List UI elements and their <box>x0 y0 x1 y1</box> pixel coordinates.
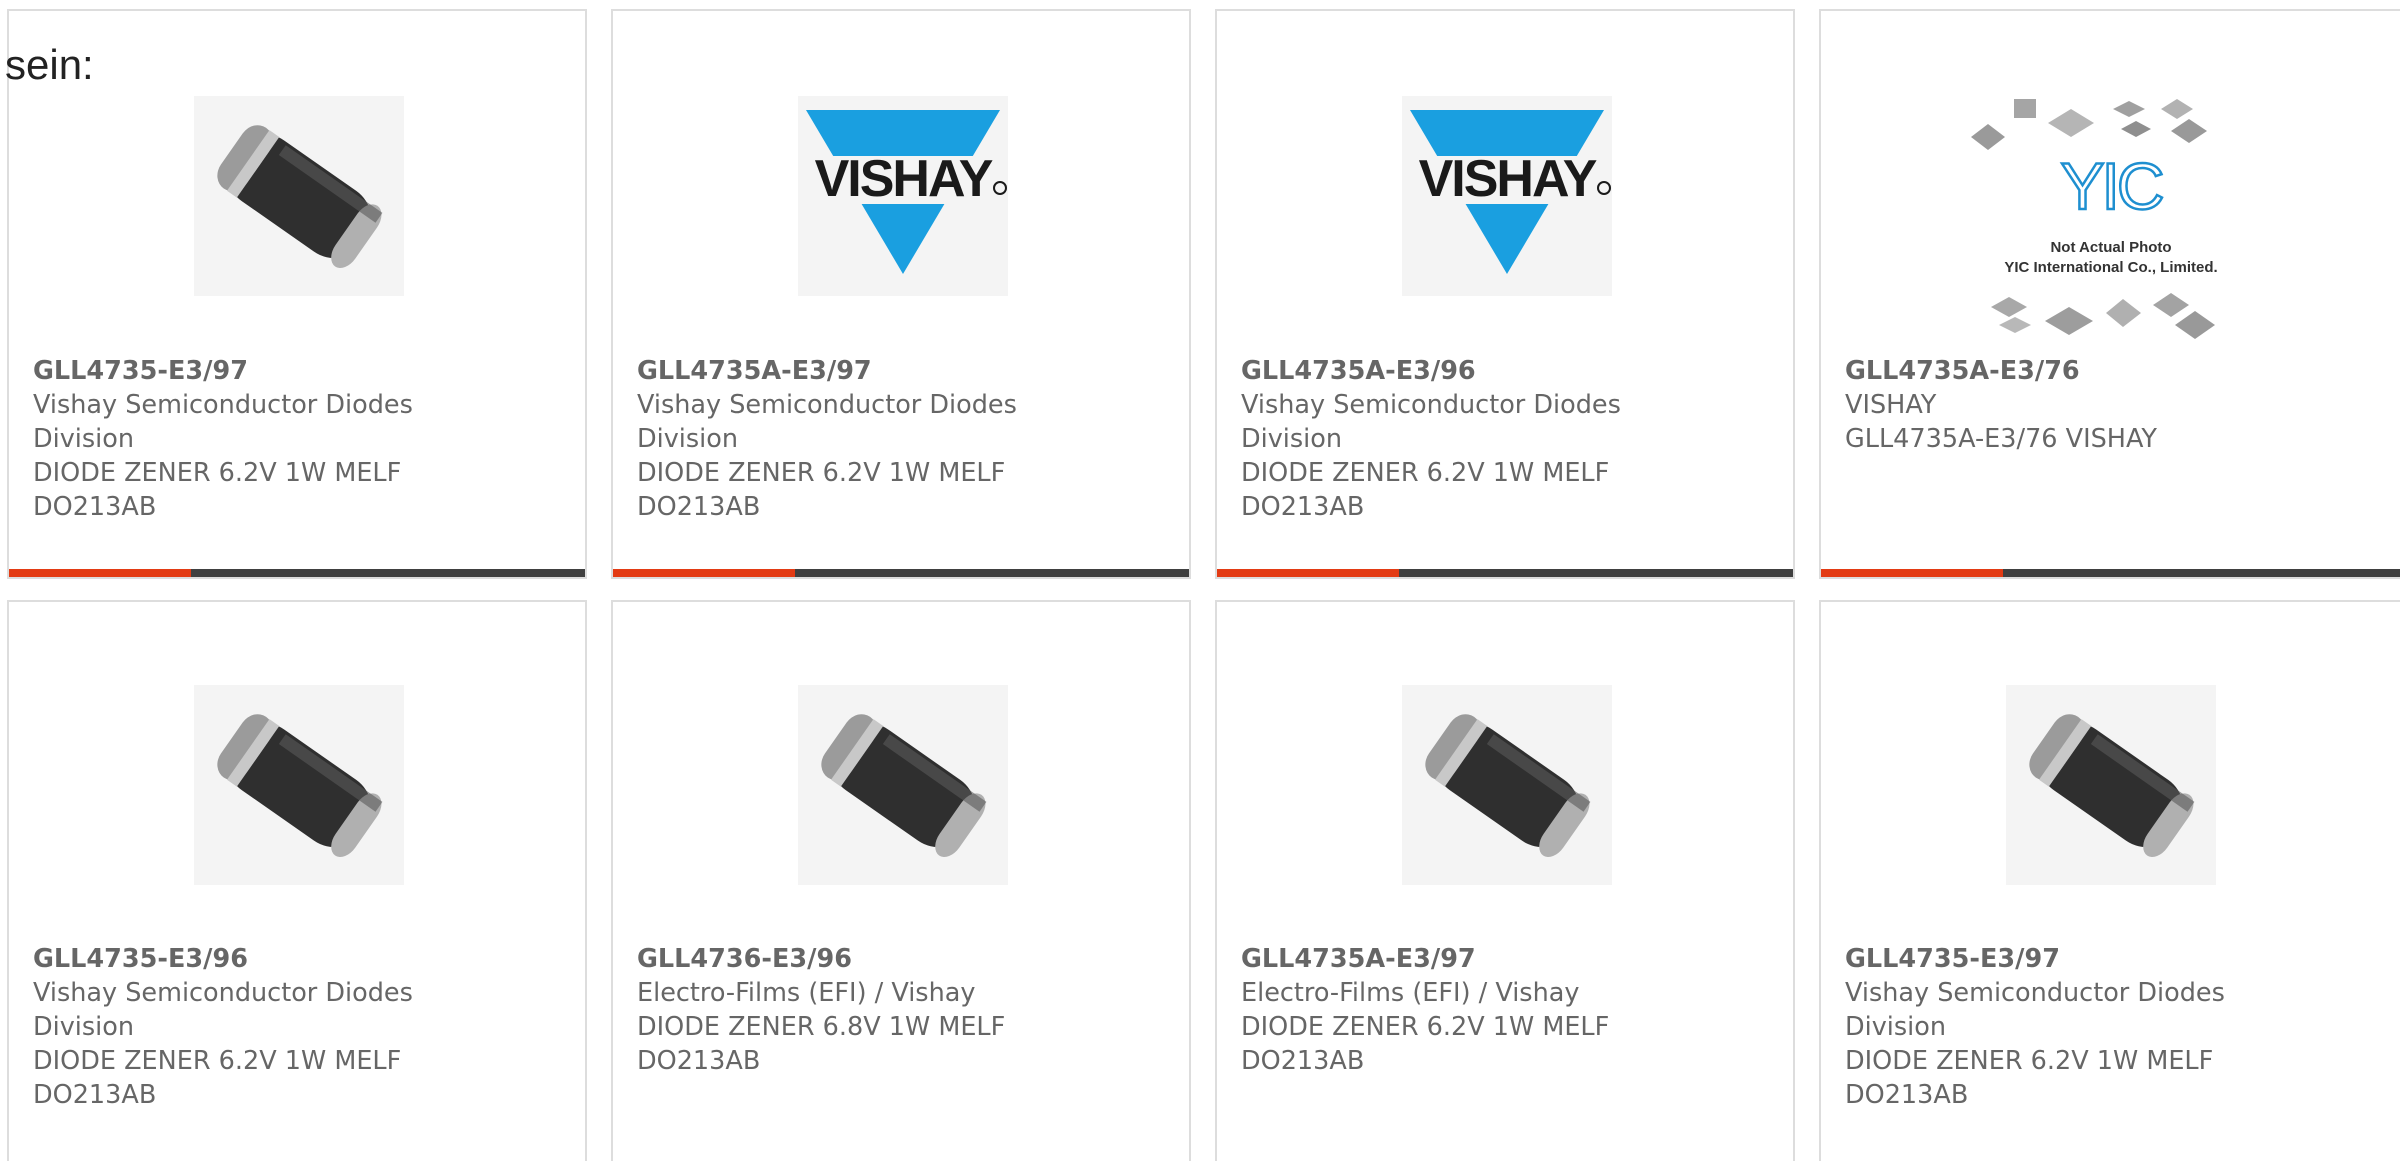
product-image <box>9 81 585 311</box>
manufacturer-name: Vishay Semiconductor Diodes Division <box>637 390 1017 454</box>
part-number-link[interactable]: GLL4735A-E3/76 <box>1845 354 2388 388</box>
svg-text:VISHAY: VISHAY <box>1419 150 1597 208</box>
part-number-link[interactable]: GLL4736-E3/96 <box>637 942 1177 976</box>
part-number-link[interactable]: GLL4735A-E3/96 <box>1241 354 1781 388</box>
intro-text: sein: <box>5 41 94 88</box>
product-grid-page: sein: GLL4735-E3/97 Vishay Semiconductor… <box>0 0 2400 1161</box>
svg-text:YIC International Co., Limited: YIC International Co., Limited. <box>2004 259 2217 276</box>
part-number-link[interactable]: GLL4735-E3/97 <box>1845 942 2388 976</box>
manufacturer-name: Electro-Films (EFI) / Vishay <box>637 978 976 1008</box>
product-card[interactable]: GLL4735-E3/97 Vishay Semiconductor Diode… <box>7 9 587 579</box>
melf-diode-image <box>194 685 404 885</box>
melf-diode-image <box>2006 685 2216 885</box>
melf-diode-image <box>194 96 404 296</box>
part-number-link[interactable]: GLL4735A-E3/97 <box>1241 942 1781 976</box>
product-image: VISHAY <box>613 81 1189 311</box>
card-accent-bar <box>613 569 1189 577</box>
product-image <box>1217 670 1793 900</box>
melf-diode-image <box>798 685 1008 885</box>
svg-text:VISHAY: VISHAY <box>815 150 993 208</box>
product-description: DIODE ZENER 6.8V 1W MELF DO213AB <box>637 1012 1006 1076</box>
product-description: DIODE ZENER 6.2V 1W MELF DO213AB <box>1845 1046 2214 1110</box>
svg-text:YIC: YIC <box>2060 149 2162 223</box>
product-card[interactable]: GLL4735A-E3/97 Electro-Films (EFI) / Vis… <box>1215 600 1795 1161</box>
product-image <box>1821 670 2400 900</box>
manufacturer-name: VISHAY <box>1845 390 1937 420</box>
product-card[interactable]: GLL4735-E3/97 Vishay Semiconductor Diode… <box>1819 600 2400 1161</box>
svg-text:Not Actual Photo: Not Actual Photo <box>2050 239 2171 256</box>
product-card[interactable]: GLL4735-E3/96 Vishay Semiconductor Diode… <box>7 600 587 1161</box>
vishay-logo: VISHAY <box>1402 96 1612 296</box>
vishay-logo: VISHAY <box>798 96 1008 296</box>
product-description: DIODE ZENER 6.2V 1W MELF DO213AB <box>33 1046 402 1110</box>
manufacturer-name: Vishay Semiconductor Diodes Division <box>1241 390 1621 454</box>
manufacturer-name: Vishay Semiconductor Diodes Division <box>1845 978 2225 1042</box>
product-card[interactable]: GLL4736-E3/96 Electro-Films (EFI) / Vish… <box>611 600 1191 1161</box>
product-image <box>613 670 1189 900</box>
product-card[interactable]: VISHAY GLL4735A-E3/97 Vishay Semiconduct… <box>611 9 1191 579</box>
card-accent-bar <box>9 569 585 577</box>
product-description: GLL4735A-E3/76 VISHAY <box>1845 424 2158 454</box>
card-accent-bar <box>1821 569 2400 577</box>
product-description: DIODE ZENER 6.2V 1W MELF DO213AB <box>33 458 402 522</box>
card-accent-bar <box>1217 569 1793 577</box>
manufacturer-name: Vishay Semiconductor Diodes Division <box>33 390 413 454</box>
product-description: DIODE ZENER 6.2V 1W MELF DO213AB <box>637 458 1006 522</box>
part-number-link[interactable]: GLL4735-E3/96 <box>33 942 573 976</box>
product-image: VISHAY <box>1217 81 1793 311</box>
product-card[interactable]: YIC Not Actual Photo YIC International C… <box>1819 9 2400 579</box>
product-card[interactable]: VISHAY GLL4735A-E3/96 Vishay Semiconduct… <box>1215 9 1795 579</box>
product-image: YIC Not Actual Photo YIC International C… <box>1821 99 2400 349</box>
product-description: DIODE ZENER 6.2V 1W MELF DO213AB <box>1241 458 1610 522</box>
product-description: DIODE ZENER 6.2V 1W MELF DO213AB <box>1241 1012 1610 1076</box>
product-image <box>9 670 585 900</box>
part-number-link[interactable]: GLL4735A-E3/97 <box>637 354 1177 388</box>
manufacturer-name: Electro-Films (EFI) / Vishay <box>1241 978 1580 1008</box>
melf-diode-image <box>1402 685 1612 885</box>
yic-placeholder: YIC Not Actual Photo YIC International C… <box>1971 99 2218 339</box>
part-number-link[interactable]: GLL4735-E3/97 <box>33 354 573 388</box>
manufacturer-name: Vishay Semiconductor Diodes Division <box>33 978 413 1042</box>
